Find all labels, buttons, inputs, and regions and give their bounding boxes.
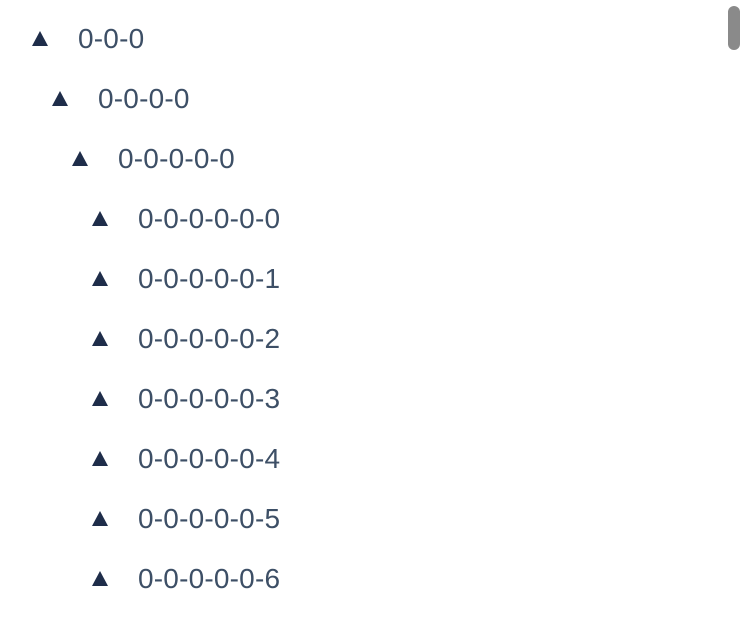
tree-node-title[interactable]: 0-0-0: [78, 23, 144, 55]
tree-node-title[interactable]: 0-0-0-0-0-0: [138, 203, 280, 235]
caret-up-icon[interactable]: [72, 150, 88, 166]
tree-node[interactable]: 0-0-0-0-0-2: [0, 309, 748, 369]
caret-up-icon[interactable]: [92, 390, 108, 406]
tree-node-title[interactable]: 0-0-0-0-0-4: [138, 443, 280, 475]
tree-node-title[interactable]: 0-0-0-0-0-3: [138, 383, 280, 415]
tree-view: 0-0-0 0-0-0-0 0-0-0-0-0 0-0-0-0-0-0 0-0-…: [0, 0, 748, 638]
tree-node[interactable]: 0-0-0-0-0-4: [0, 429, 748, 489]
tree-node[interactable]: 0-0-0-0-0-6: [0, 549, 748, 609]
caret-up-icon[interactable]: [92, 510, 108, 526]
caret-up-icon[interactable]: [32, 30, 48, 46]
tree-node-title[interactable]: 0-0-0-0-0-2: [138, 323, 280, 355]
tree-node[interactable]: 0-0-0-0-0-0: [0, 189, 748, 249]
caret-up-icon[interactable]: [92, 450, 108, 466]
tree-node-title[interactable]: 0-0-0-0-0-5: [138, 503, 280, 535]
tree-node[interactable]: 0-0-0-0-0: [0, 129, 748, 189]
tree-node-title[interactable]: 0-0-0-0-0-6: [138, 563, 280, 595]
tree-node-title[interactable]: 0-0-0-0-0: [118, 143, 235, 175]
caret-up-icon[interactable]: [92, 330, 108, 346]
scrollbar-thumb[interactable]: [728, 6, 740, 50]
caret-up-icon[interactable]: [92, 270, 108, 286]
tree-node[interactable]: 0-0-0-0-0-1: [0, 249, 748, 309]
tree-node-title[interactable]: 0-0-0-0-0-1: [138, 263, 280, 295]
tree-node[interactable]: 0-0-0-0: [0, 69, 748, 129]
tree-node[interactable]: 0-0-0-0-0-3: [0, 369, 748, 429]
tree-node-title[interactable]: 0-0-0-0: [98, 83, 190, 115]
caret-up-icon[interactable]: [92, 210, 108, 226]
caret-up-icon[interactable]: [92, 570, 108, 586]
caret-up-icon[interactable]: [52, 90, 68, 106]
tree-node[interactable]: 0-0-0-0-0-5: [0, 489, 748, 549]
tree-node[interactable]: 0-0-0: [0, 9, 748, 69]
